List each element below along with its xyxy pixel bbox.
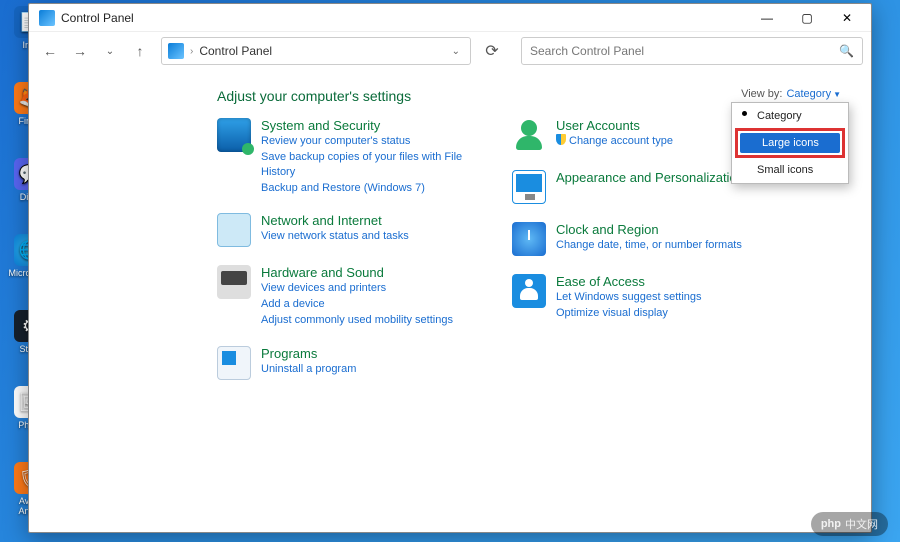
- breadcrumb[interactable]: Control Panel: [199, 44, 272, 58]
- globe-network-icon: [217, 213, 251, 247]
- category-programs: Programs Uninstall a program: [217, 346, 467, 380]
- programs-icon: [217, 346, 251, 380]
- view-by-dropdown-button[interactable]: Category▼: [786, 88, 841, 100]
- search-input[interactable]: Search Control Panel 🔍: [521, 37, 863, 65]
- user-icon: [512, 118, 546, 152]
- view-by-dropdown-menu: Category Large icons Small icons: [731, 102, 849, 184]
- category-link[interactable]: Uninstall a program: [261, 362, 356, 377]
- category-link[interactable]: Backup and Restore (Windows 7): [261, 181, 467, 196]
- category-link[interactable]: Let Windows suggest settings: [556, 290, 702, 305]
- close-button[interactable]: ✕: [827, 5, 867, 31]
- category-link[interactable]: Review your computer's status: [261, 134, 467, 149]
- category-clock-and-region: Clock and Region Change date, time, or n…: [512, 222, 812, 256]
- shield-icon: [217, 118, 251, 152]
- refresh-button[interactable]: ⟳: [479, 38, 505, 64]
- chevron-down-icon: ▼: [833, 90, 841, 99]
- viewby-option-large-icons[interactable]: Large icons: [740, 133, 840, 153]
- category-link[interactable]: Save backup copies of your files with Fi…: [261, 150, 467, 180]
- window-title: Control Panel: [61, 11, 747, 25]
- clock-icon: [512, 222, 546, 256]
- control-panel-window: Control Panel ― ▢ ✕ ← → ⌄ ↑ › Control Pa…: [28, 3, 872, 533]
- forward-button[interactable]: →: [67, 38, 93, 64]
- control-panel-icon: [39, 10, 55, 26]
- view-by-control: View by: Category▼: [741, 88, 841, 100]
- category-title[interactable]: User Accounts: [556, 118, 673, 133]
- viewby-option-category[interactable]: Category: [735, 106, 845, 126]
- category-link[interactable]: Optimize visual display: [556, 306, 702, 321]
- recent-locations-button[interactable]: ⌄: [97, 38, 123, 64]
- category-link[interactable]: Adjust commonly used mobility settings: [261, 313, 453, 328]
- nav-toolbar: ← → ⌄ ↑ › Control Panel ⌄ ⟳ Search Contr…: [29, 32, 871, 70]
- left-column: System and Security Review your computer…: [217, 118, 467, 522]
- back-button[interactable]: ←: [37, 38, 63, 64]
- up-button[interactable]: ↑: [127, 38, 153, 64]
- maximize-button[interactable]: ▢: [787, 5, 827, 31]
- search-icon: 🔍: [839, 44, 854, 58]
- titlebar: Control Panel ― ▢ ✕: [29, 4, 871, 32]
- category-link[interactable]: Change date, time, or number formats: [556, 238, 742, 253]
- category-hardware-and-sound: Hardware and Sound View devices and prin…: [217, 265, 467, 328]
- address-bar[interactable]: › Control Panel ⌄: [161, 37, 471, 65]
- minimize-button[interactable]: ―: [747, 5, 787, 31]
- category-link[interactable]: View network status and tasks: [261, 229, 409, 244]
- category-link[interactable]: View devices and printers: [261, 281, 453, 296]
- category-title[interactable]: Appearance and Personalization: [556, 170, 744, 185]
- category-title[interactable]: Ease of Access: [556, 274, 702, 289]
- view-by-label: View by:: [741, 88, 782, 100]
- accessibility-icon: [512, 274, 546, 308]
- viewby-option-small-icons[interactable]: Small icons: [735, 160, 845, 180]
- category-title[interactable]: Hardware and Sound: [261, 265, 453, 280]
- uac-shield-icon: [556, 134, 566, 145]
- monitor-icon: [512, 170, 546, 204]
- search-placeholder: Search Control Panel: [530, 44, 644, 58]
- category-title[interactable]: System and Security: [261, 118, 467, 133]
- category-title[interactable]: Network and Internet: [261, 213, 409, 228]
- control-panel-icon: [168, 43, 184, 59]
- content-pane: Adjust your computer's settings View by:…: [29, 70, 871, 532]
- bullet-icon: [742, 111, 747, 116]
- address-dropdown-button[interactable]: ⌄: [448, 44, 464, 59]
- category-link[interactable]: Change account type: [556, 134, 673, 149]
- chevron-right-icon: ›: [190, 46, 193, 57]
- category-system-and-security: System and Security Review your computer…: [217, 118, 467, 195]
- printer-icon: [217, 265, 251, 299]
- category-ease-of-access: Ease of Access Let Windows suggest setti…: [512, 274, 812, 321]
- category-link[interactable]: Add a device: [261, 297, 453, 312]
- category-network-and-internet: Network and Internet View network status…: [217, 213, 467, 247]
- watermark: phpphp 中文网中文网: [811, 512, 888, 536]
- category-title[interactable]: Clock and Region: [556, 222, 742, 237]
- highlight-box: Large icons: [735, 128, 845, 158]
- page-heading: Adjust your computer's settings: [217, 88, 411, 104]
- category-title[interactable]: Programs: [261, 346, 356, 361]
